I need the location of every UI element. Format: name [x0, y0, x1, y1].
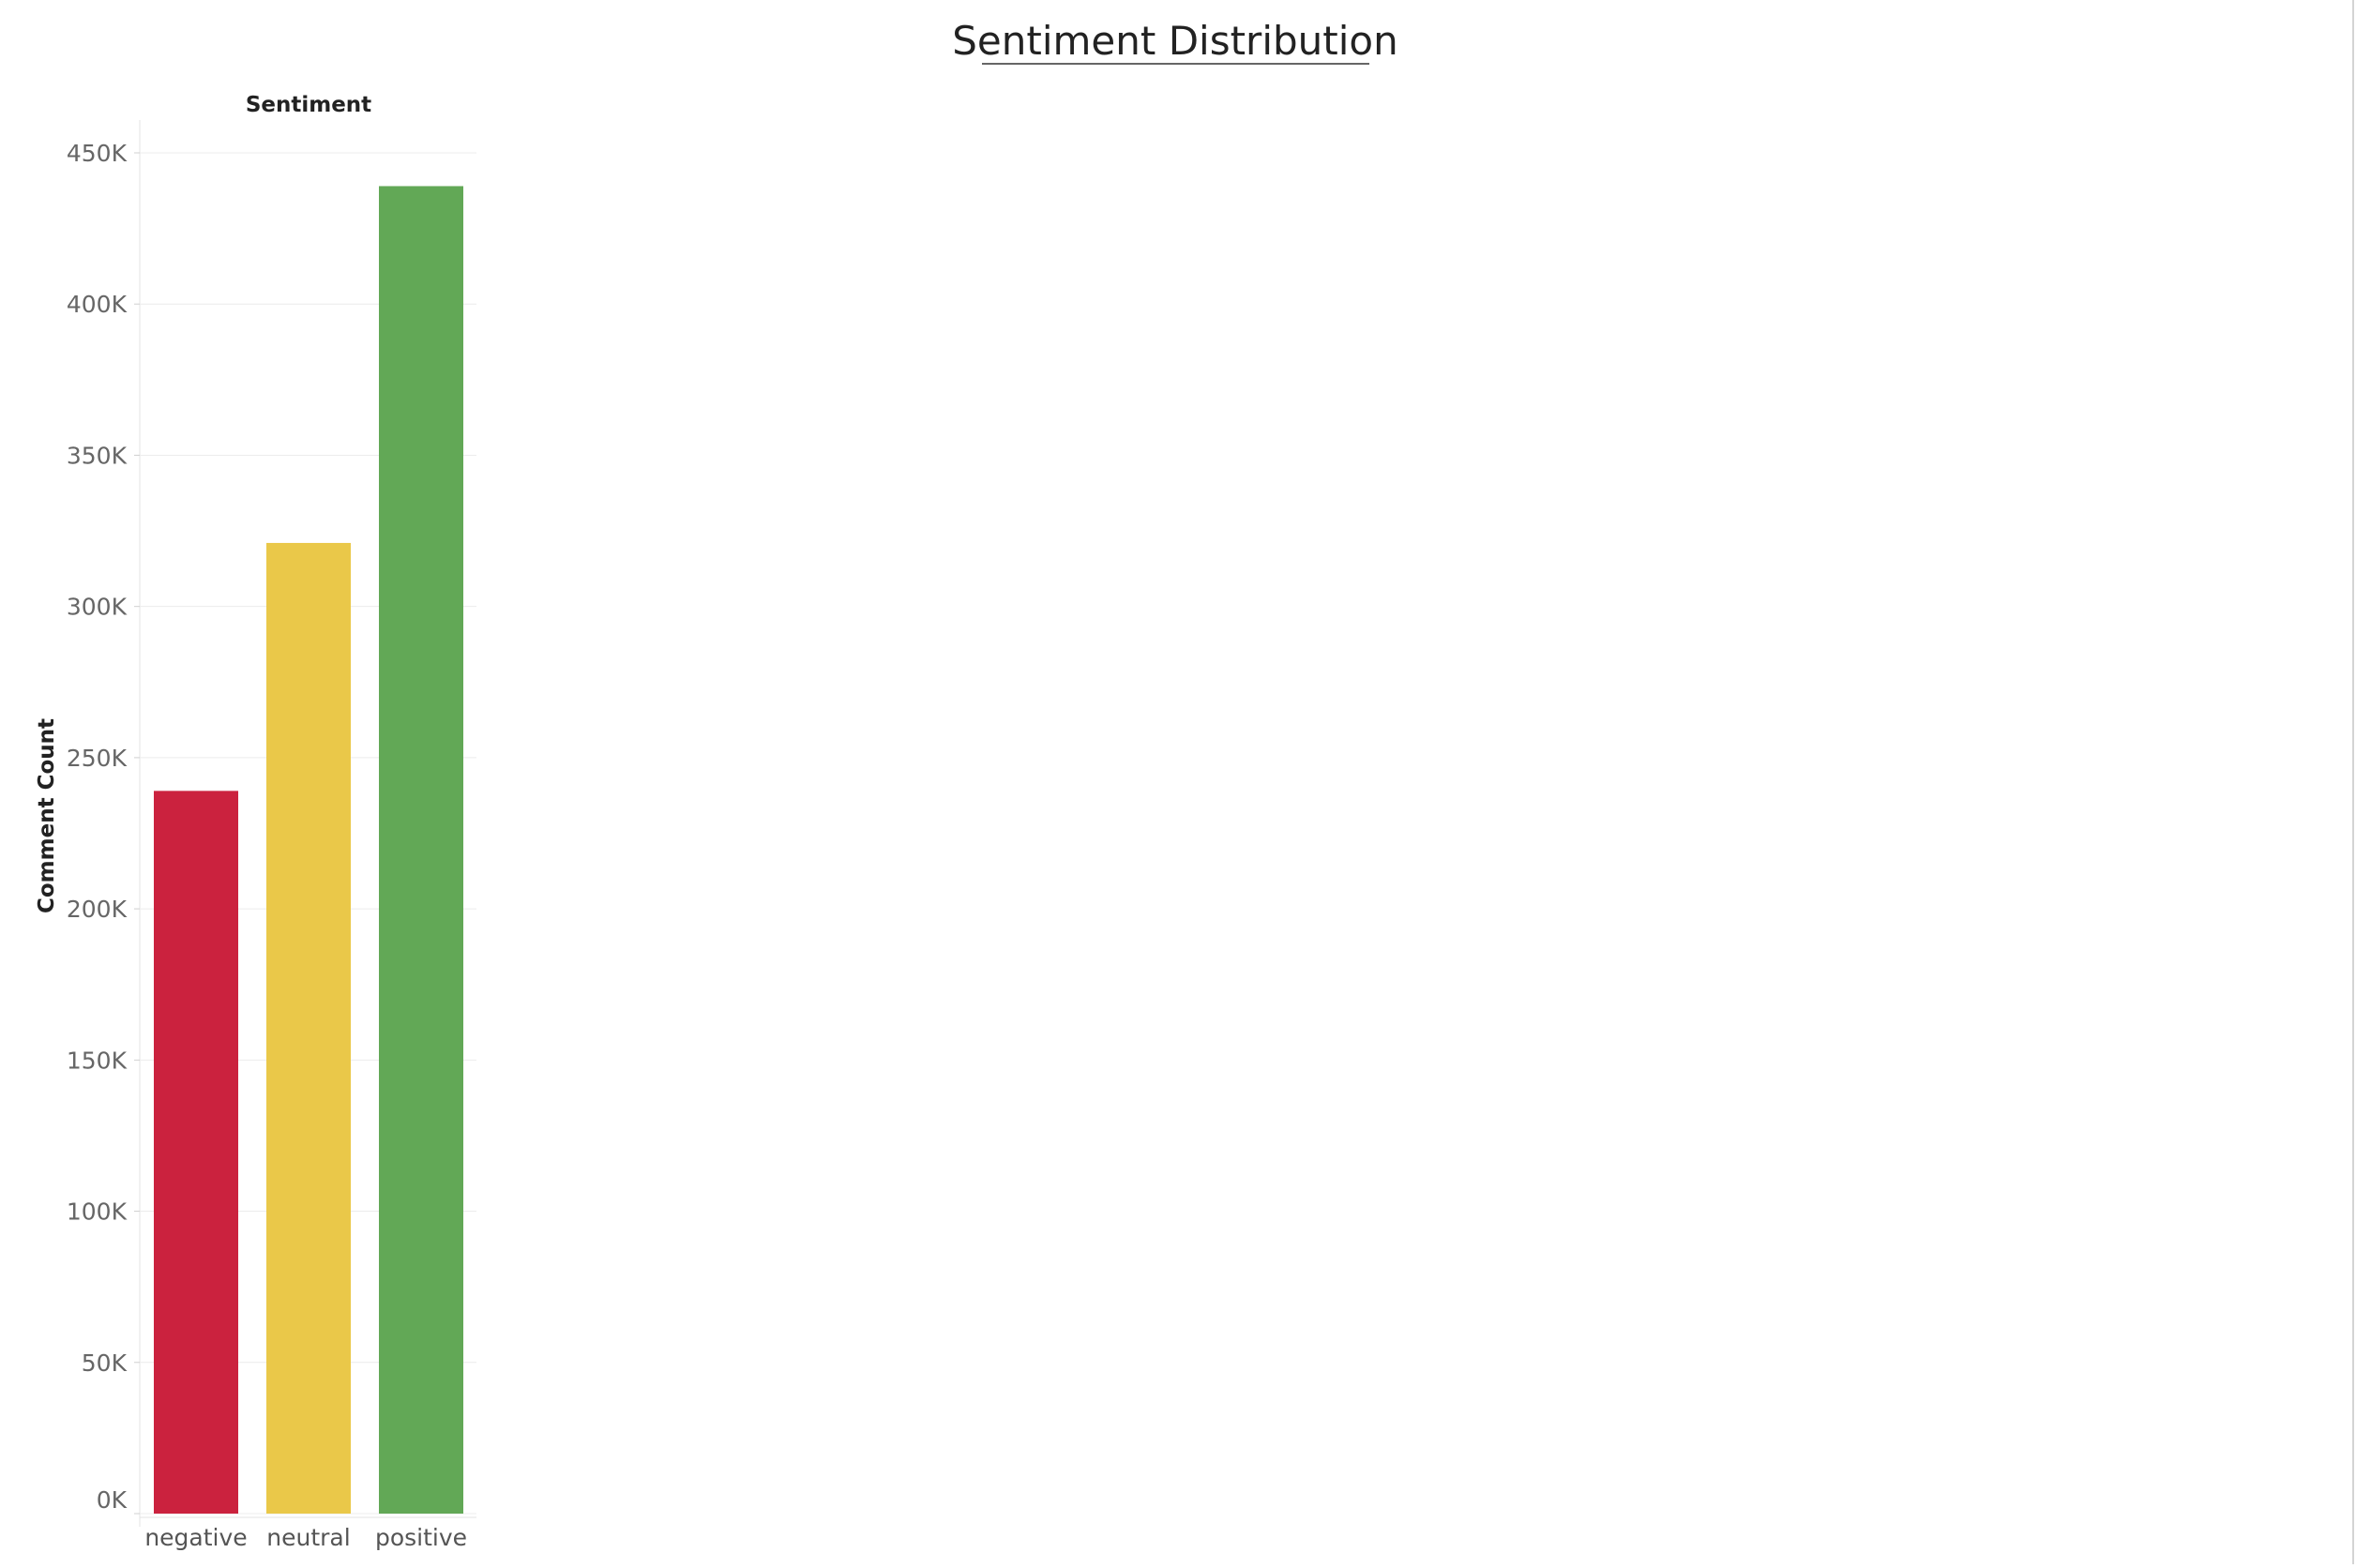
right-edge-border	[2352, 0, 2354, 1564]
bar-neutral[interactable]	[266, 542, 351, 1514]
y-tick-label: 450K	[67, 140, 128, 167]
x-label-neutral: neutral	[266, 1524, 350, 1551]
chart-title: Sentiment Distribution	[952, 18, 1397, 64]
x-label-positive: positive	[375, 1524, 467, 1551]
y-tick-label: 400K	[67, 291, 128, 318]
y-tick-label: 50K	[82, 1349, 128, 1377]
y-axis-title: Comment Count	[35, 718, 59, 913]
bars	[154, 186, 463, 1515]
x-label-negative: negative	[144, 1524, 247, 1551]
y-tick-label: 150K	[67, 1047, 128, 1074]
y-tick-label: 200K	[67, 896, 128, 923]
y-tick-label: 100K	[67, 1199, 128, 1226]
y-tick-label: 250K	[67, 745, 128, 772]
x-axis-labels: negative neutral positive	[144, 1524, 467, 1551]
y-tick-label: 300K	[67, 594, 128, 621]
bar-chart: Sentiment Distribution Sentiment Comment…	[35, 18, 1398, 1551]
y-axis-ticks: 0K 50K 100K 150K 200K 250K 300K 350K 400K 450K	[67, 140, 140, 1515]
y-tick-label: 350K	[67, 442, 128, 469]
bar-positive[interactable]	[379, 186, 463, 1515]
column-header: Sentiment	[246, 93, 371, 117]
chart-container: Sentiment Distribution Sentiment Comment…	[0, 0, 2356, 1564]
y-tick-label: 0K	[97, 1486, 128, 1514]
bar-negative[interactable]	[154, 791, 238, 1514]
